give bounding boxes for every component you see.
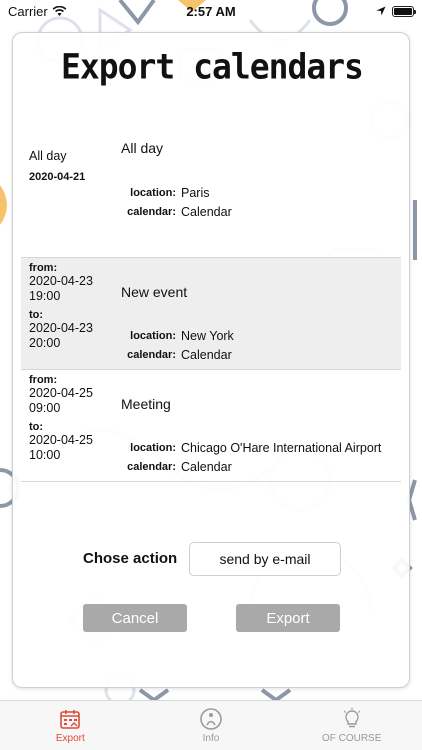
- event-title: New event: [121, 284, 188, 300]
- page-title: Export calendars: [61, 46, 364, 87]
- export-button[interactable]: Export: [236, 604, 340, 632]
- calendar-row: calendar: Calendar: [121, 345, 234, 364]
- event-meta: location: New York calendar: Calendar: [121, 326, 234, 364]
- from-date: 2020-04-23: [29, 274, 93, 288]
- action-label: Chose action: [83, 550, 178, 567]
- to-date: 2020-04-23: [29, 321, 93, 335]
- all-day-label: All day: [29, 149, 67, 163]
- calendar-label: calendar:: [127, 460, 176, 473]
- location-value: New York: [181, 328, 234, 343]
- cancel-button[interactable]: Cancel: [83, 604, 187, 632]
- calendar-row: calendar: Calendar: [121, 202, 232, 221]
- event-list: All day 2020-04-21 All day location: Par…: [21, 140, 401, 482]
- to-time: 10:00: [29, 448, 61, 462]
- status-bar: Carrier 2:57 AM: [0, 0, 422, 22]
- battery-fill: [394, 7, 412, 15]
- from-label: from:: [29, 374, 58, 386]
- location-value: Paris: [181, 185, 210, 200]
- to-label: to:: [29, 421, 44, 433]
- event-meta: location: Chicago O'Hare International A…: [121, 438, 381, 476]
- lightbulb-icon: [343, 707, 361, 728]
- event-row[interactable]: from: 2020-04-23 19:00 to: 2020-04-23 20…: [21, 258, 401, 370]
- carrier-label: Carrier: [8, 3, 48, 19]
- event-title: All day: [121, 140, 164, 156]
- location-arrow-icon: [376, 6, 386, 16]
- to-time: 20:00: [29, 336, 61, 350]
- tab-export[interactable]: Export: [0, 701, 141, 750]
- battery-icon: [392, 5, 416, 17]
- from-time: 19:00: [29, 289, 61, 303]
- event-meta: location: Paris calendar: Calendar: [121, 183, 232, 221]
- event-row[interactable]: All day 2020-04-21 All day location: Par…: [21, 140, 401, 258]
- tab-info[interactable]: Info: [141, 701, 282, 750]
- calendar-value: Calendar: [181, 459, 232, 474]
- tab-of-course[interactable]: OF COURSE: [281, 701, 422, 750]
- tab-bar: Export Info OF COURSE: [0, 700, 422, 750]
- calendar-label: calendar:: [127, 205, 176, 218]
- location-row: location: Paris: [121, 183, 232, 202]
- location-value: Chicago O'Hare International Airport: [181, 440, 382, 455]
- calendar-label: calendar:: [127, 348, 176, 361]
- calendar-value: Calendar: [181, 347, 232, 362]
- event-date-block: All day 2020-04-21: [29, 149, 119, 183]
- wifi-icon: [52, 5, 67, 16]
- tab-export-label: Export: [55, 733, 85, 744]
- event-date: 2020-04-21: [29, 171, 86, 183]
- action-select[interactable]: send by e-mail: [189, 542, 341, 576]
- from-date: 2020-04-25: [29, 386, 93, 400]
- from-label: from:: [29, 262, 58, 274]
- event-date-block: from: 2020-04-25 09:00 to: 2020-04-25 10…: [29, 374, 119, 463]
- to-label: to:: [29, 309, 44, 321]
- calendar-export-icon: [60, 710, 81, 729]
- event-date-block: from: 2020-04-23 19:00 to: 2020-04-23 20…: [29, 262, 119, 351]
- info-icon: [200, 708, 222, 730]
- location-label: location:: [130, 329, 176, 342]
- tab-info-label: Info: [202, 733, 220, 744]
- location-row: location: New York: [121, 326, 234, 345]
- event-row[interactable]: from: 2020-04-25 09:00 to: 2020-04-25 10…: [21, 370, 401, 482]
- event-title: Meeting: [121, 396, 171, 412]
- location-label: location:: [130, 186, 176, 199]
- calendar-value: Calendar: [181, 204, 232, 219]
- tab-of-course-label: OF COURSE: [321, 733, 382, 744]
- location-label: location:: [130, 441, 176, 454]
- status-right: [376, 5, 416, 17]
- to-date: 2020-04-25: [29, 433, 93, 447]
- status-left: Carrier: [8, 4, 67, 19]
- calendar-row: calendar: Calendar: [121, 457, 381, 476]
- export-card: Export calendars All day 2020-04-21 All …: [12, 32, 410, 688]
- location-row: location: Chicago O'Hare International A…: [121, 438, 381, 457]
- from-time: 09:00: [29, 401, 61, 415]
